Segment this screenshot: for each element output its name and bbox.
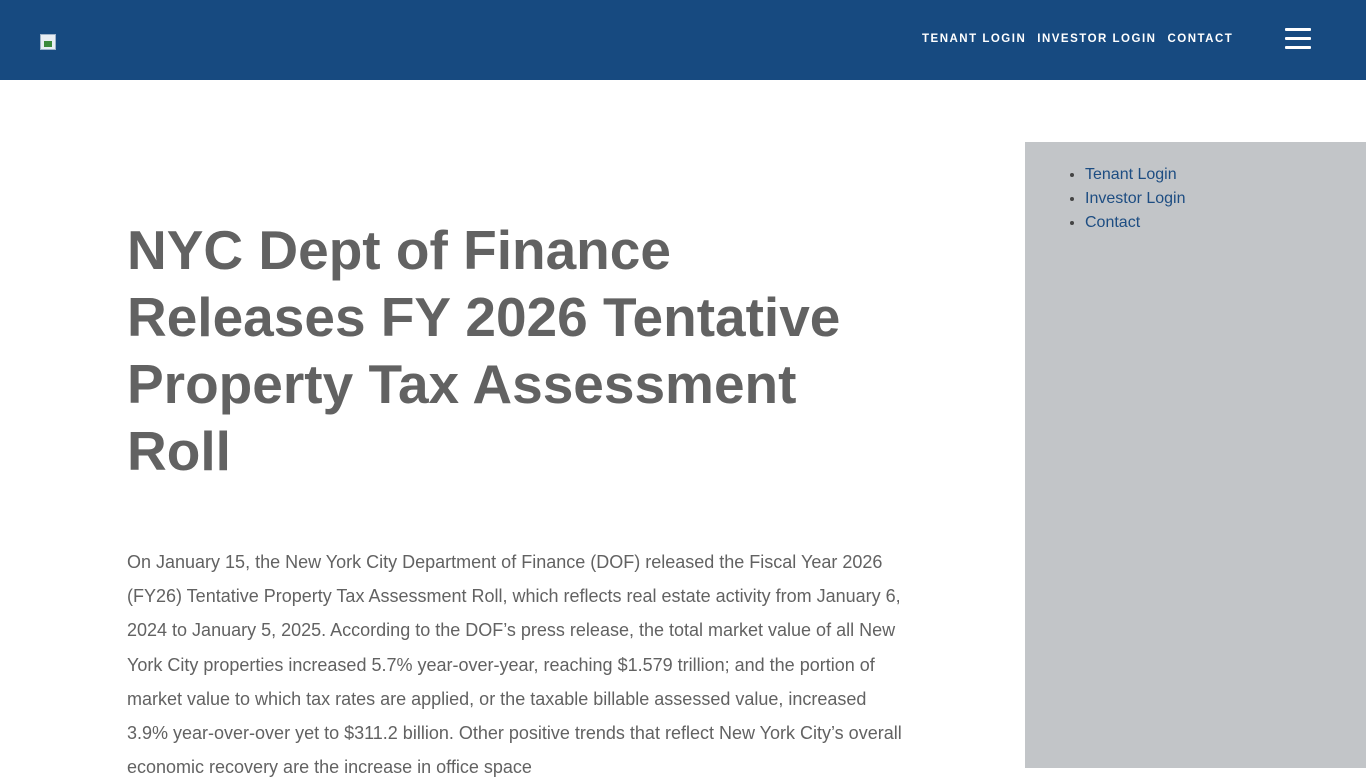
article: NYC Dept of Finance Releases FY 2026 Ten… (127, 217, 907, 784)
sidebar-item-contact: Contact (1085, 211, 1186, 235)
hamburger-icon[interactable] (1285, 28, 1311, 50)
article-title: NYC Dept of Finance Releases FY 2026 Ten… (127, 219, 841, 482)
sidebar: Tenant Login Investor Login Contact (1025, 142, 1366, 768)
nav-investor-login[interactable]: INVESTOR LOGIN (1037, 33, 1156, 45)
sidebar-link-tenant-login[interactable]: Tenant Login (1085, 166, 1177, 183)
hamburger-bar (1285, 37, 1311, 40)
hamburger-bar (1285, 46, 1311, 49)
nav-contact[interactable]: CONTACT (1167, 33, 1233, 45)
broken-image-icon[interactable] (40, 34, 56, 50)
sidebar-link-investor-login[interactable]: Investor Login (1085, 190, 1186, 207)
sidebar-item-investor-login: Investor Login (1085, 187, 1186, 211)
hamburger-bar (1285, 28, 1311, 31)
nav-tenant-login[interactable]: TENANT LOGIN (922, 33, 1026, 45)
article-body: On January 15, the New York City Departm… (127, 552, 902, 778)
site-header: TENANT LOGIN INVESTOR LOGIN CONTACT (0, 0, 1366, 80)
sidebar-item-tenant-login: Tenant Login (1085, 163, 1186, 187)
sidebar-links: Tenant Login Investor Login Contact (1025, 163, 1186, 235)
top-nav: TENANT LOGIN INVESTOR LOGIN CONTACT (922, 33, 1244, 45)
sidebar-link-contact[interactable]: Contact (1085, 214, 1140, 231)
